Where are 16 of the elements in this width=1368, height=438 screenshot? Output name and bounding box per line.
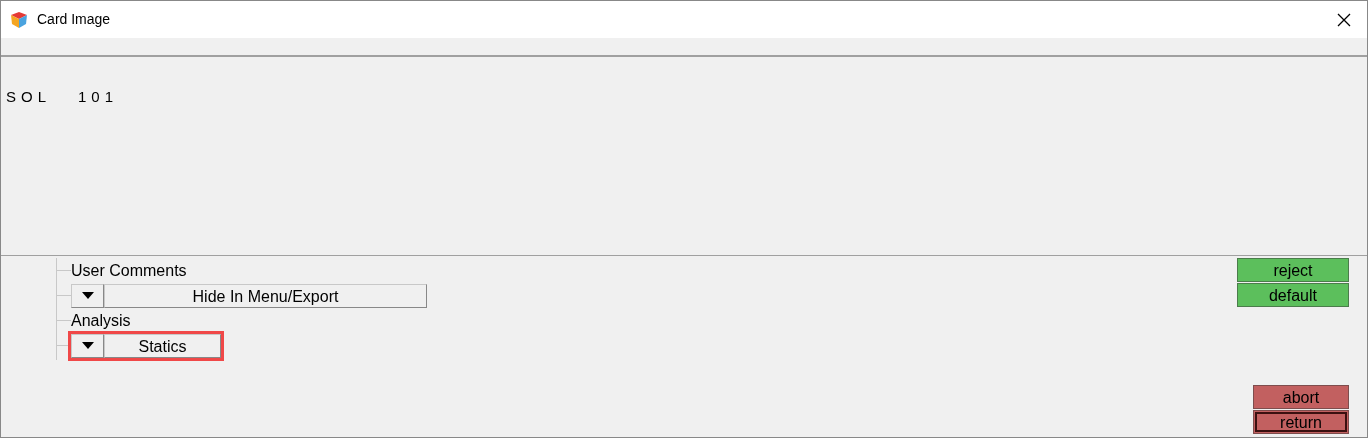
action-button[interactable]: default bbox=[1237, 283, 1349, 307]
option-label: Analysis bbox=[71, 312, 131, 329]
caret-icon bbox=[81, 292, 94, 299]
app-cube-icon bbox=[9, 9, 29, 30]
card-text: SOL 101 bbox=[6, 88, 118, 105]
action-button[interactable]: abort bbox=[1253, 385, 1349, 409]
action-button[interactable]: return bbox=[1253, 410, 1349, 434]
window-title: Card Image bbox=[37, 10, 111, 29]
close-icon[interactable] bbox=[1337, 12, 1351, 27]
dropdown-value[interactable]: Hide In Menu/Export bbox=[104, 283, 427, 308]
dropdown-toggle[interactable] bbox=[71, 283, 104, 308]
option-label: User Comments bbox=[71, 262, 187, 279]
action-button[interactable]: reject bbox=[1237, 258, 1349, 282]
dropdown-value[interactable]: Statics bbox=[104, 333, 221, 358]
caret-icon bbox=[81, 342, 94, 349]
dropdown-toggle[interactable] bbox=[71, 333, 104, 358]
